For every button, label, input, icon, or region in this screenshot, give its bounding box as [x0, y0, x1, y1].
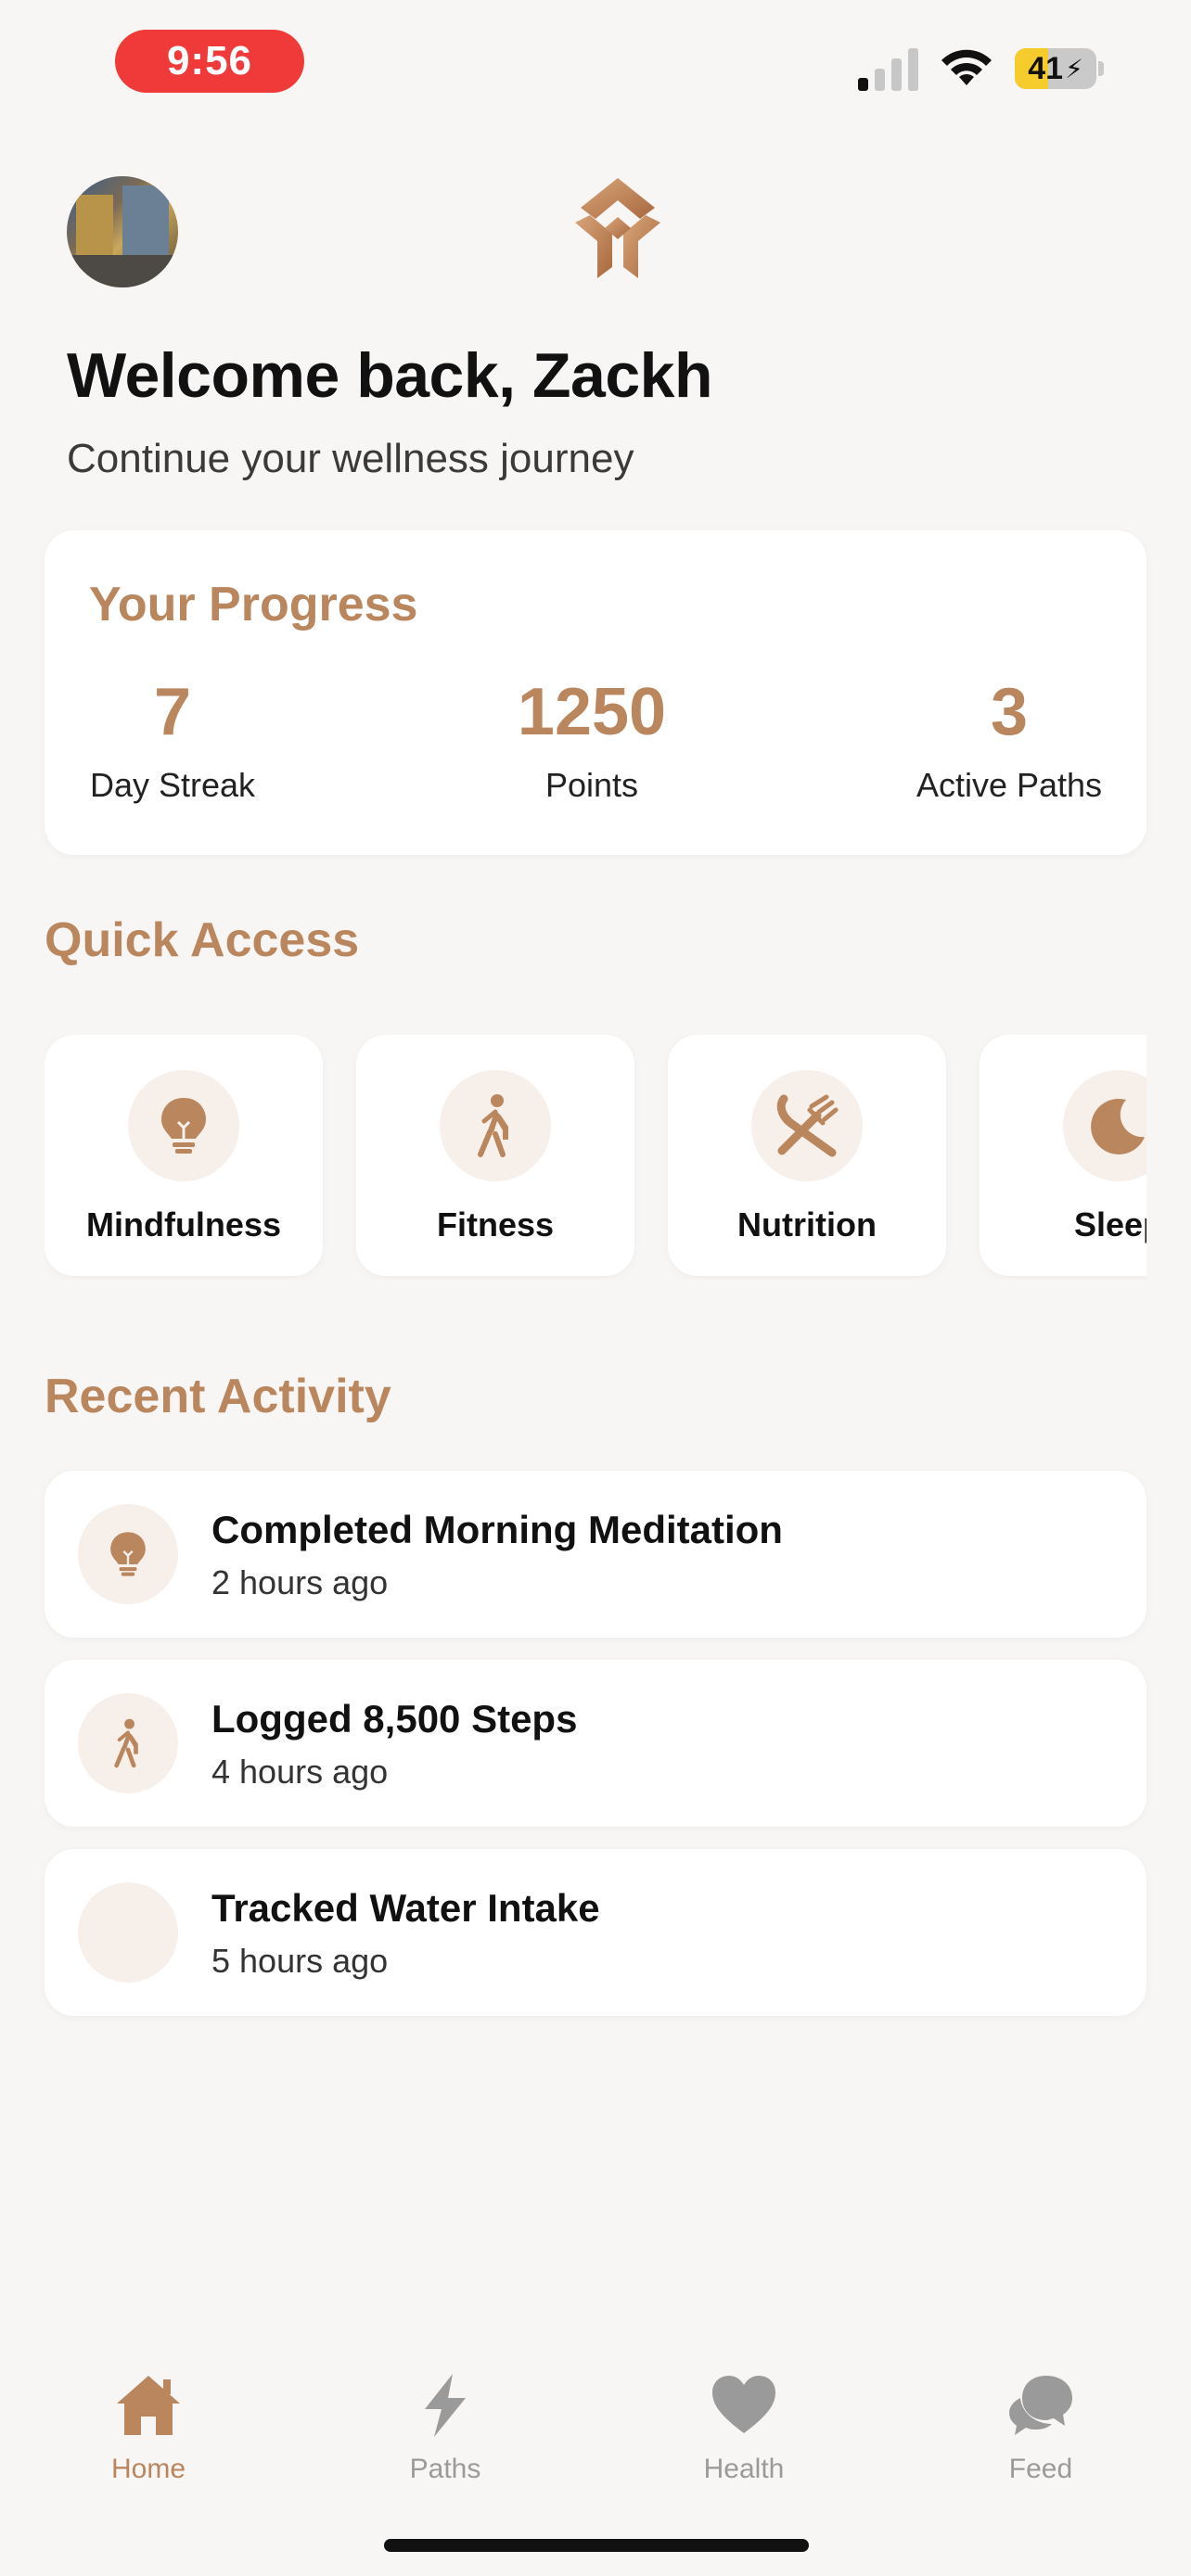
heart-icon — [712, 2376, 775, 2433]
welcome-heading: Welcome back, Zackh — [67, 340, 713, 411]
charging-bolt-icon: ⚡ — [1065, 54, 1083, 83]
activity-title: Logged 8,500 Steps — [211, 1697, 578, 1741]
battery-indicator: 41 ⚡ — [1015, 48, 1096, 89]
tab-health[interactable]: Health — [651, 2355, 837, 2485]
home-icon — [117, 2376, 180, 2435]
lightbulb-icon — [128, 1070, 239, 1181]
quick-access-label: Fitness — [436, 1205, 555, 1243]
quick-access-sleep[interactable]: Sleep — [980, 1035, 1146, 1276]
activity-time: 5 hours ago — [211, 1942, 389, 1980]
status-time: 9:56 — [115, 30, 304, 93]
moon-icon — [1063, 1070, 1146, 1181]
tab-feed[interactable]: Feed — [948, 2355, 1133, 2485]
quick-access-carousel[interactable]: Mindfulness Fitness Nutrition Slee — [45, 1035, 1146, 1280]
activity-time: 2 hours ago — [211, 1563, 389, 1601]
fork-knife-icon — [751, 1070, 863, 1181]
cellular-signal-icon — [858, 48, 918, 91]
quick-access-fitness[interactable]: Fitness — [356, 1035, 634, 1276]
quick-access-label: Nutrition — [737, 1205, 877, 1243]
battery-cap — [1098, 61, 1104, 76]
quick-access-title: Quick Access — [45, 913, 360, 967]
stat-value: 1250 — [517, 675, 667, 749]
recent-activity-title: Recent Activity — [45, 1370, 391, 1423]
activity-time: 4 hours ago — [211, 1753, 389, 1791]
stat-value: 7 — [153, 675, 192, 749]
progress-title: Your Progress — [89, 578, 418, 631]
activity-item[interactable]: Tracked Water Intake 5 hours ago — [45, 1849, 1146, 2016]
tab-paths[interactable]: Paths — [352, 2355, 538, 2485]
lightning-icon — [425, 2374, 466, 2437]
stat-label: Day Streak — [89, 766, 256, 804]
stat-label: Active Paths — [916, 766, 1103, 804]
tab-label: Feed — [1008, 2454, 1073, 2484]
stat-points: 1250 Points — [490, 679, 694, 805]
quick-access-label: Sleep — [1073, 1205, 1146, 1243]
activity-title: Tracked Water Intake — [211, 1886, 600, 1930]
chat-bubbles-icon — [1009, 2376, 1072, 2435]
activity-item[interactable]: Logged 8,500 Steps 4 hours ago — [45, 1660, 1146, 1827]
home-indicator — [384, 2539, 809, 2552]
tab-label: Health — [703, 2454, 785, 2484]
lightbulb-icon — [78, 1504, 178, 1604]
stat-label: Points — [544, 766, 639, 804]
tab-label: Paths — [409, 2454, 481, 2484]
wifi-icon — [941, 49, 992, 85]
activity-icon-placeholder — [78, 1882, 178, 1983]
status-bar: 9:56 41 ⚡ — [0, 0, 1191, 130]
progress-card: Your Progress 7 Day Streak 1250 Points 3… — [45, 530, 1146, 855]
avatar[interactable] — [67, 176, 178, 287]
quick-access-nutrition[interactable]: Nutrition — [668, 1035, 946, 1276]
walking-icon — [78, 1693, 178, 1793]
walking-icon — [440, 1070, 551, 1181]
stat-day-streak: 7 Day Streak — [89, 679, 256, 805]
quick-access-mindfulness[interactable]: Mindfulness — [45, 1035, 323, 1276]
tab-label: Home — [110, 2454, 186, 2484]
activity-item[interactable]: Completed Morning Meditation 2 hours ago — [45, 1471, 1146, 1638]
tab-home[interactable]: Home — [56, 2355, 241, 2485]
activity-title: Completed Morning Meditation — [211, 1508, 783, 1551]
home-screen: 9:56 41 ⚡ Welcome back, Zackh Continue y… — [0, 0, 1191, 2576]
app-logo-icon — [575, 178, 660, 278]
stat-active-paths: 3 Active Paths — [898, 679, 1121, 805]
stat-value: 3 — [990, 675, 1029, 749]
welcome-subtitle: Continue your wellness journey — [67, 436, 634, 481]
battery-level: 41 ⚡ — [1028, 50, 1083, 86]
quick-access-label: Mindfulness — [85, 1205, 281, 1243]
